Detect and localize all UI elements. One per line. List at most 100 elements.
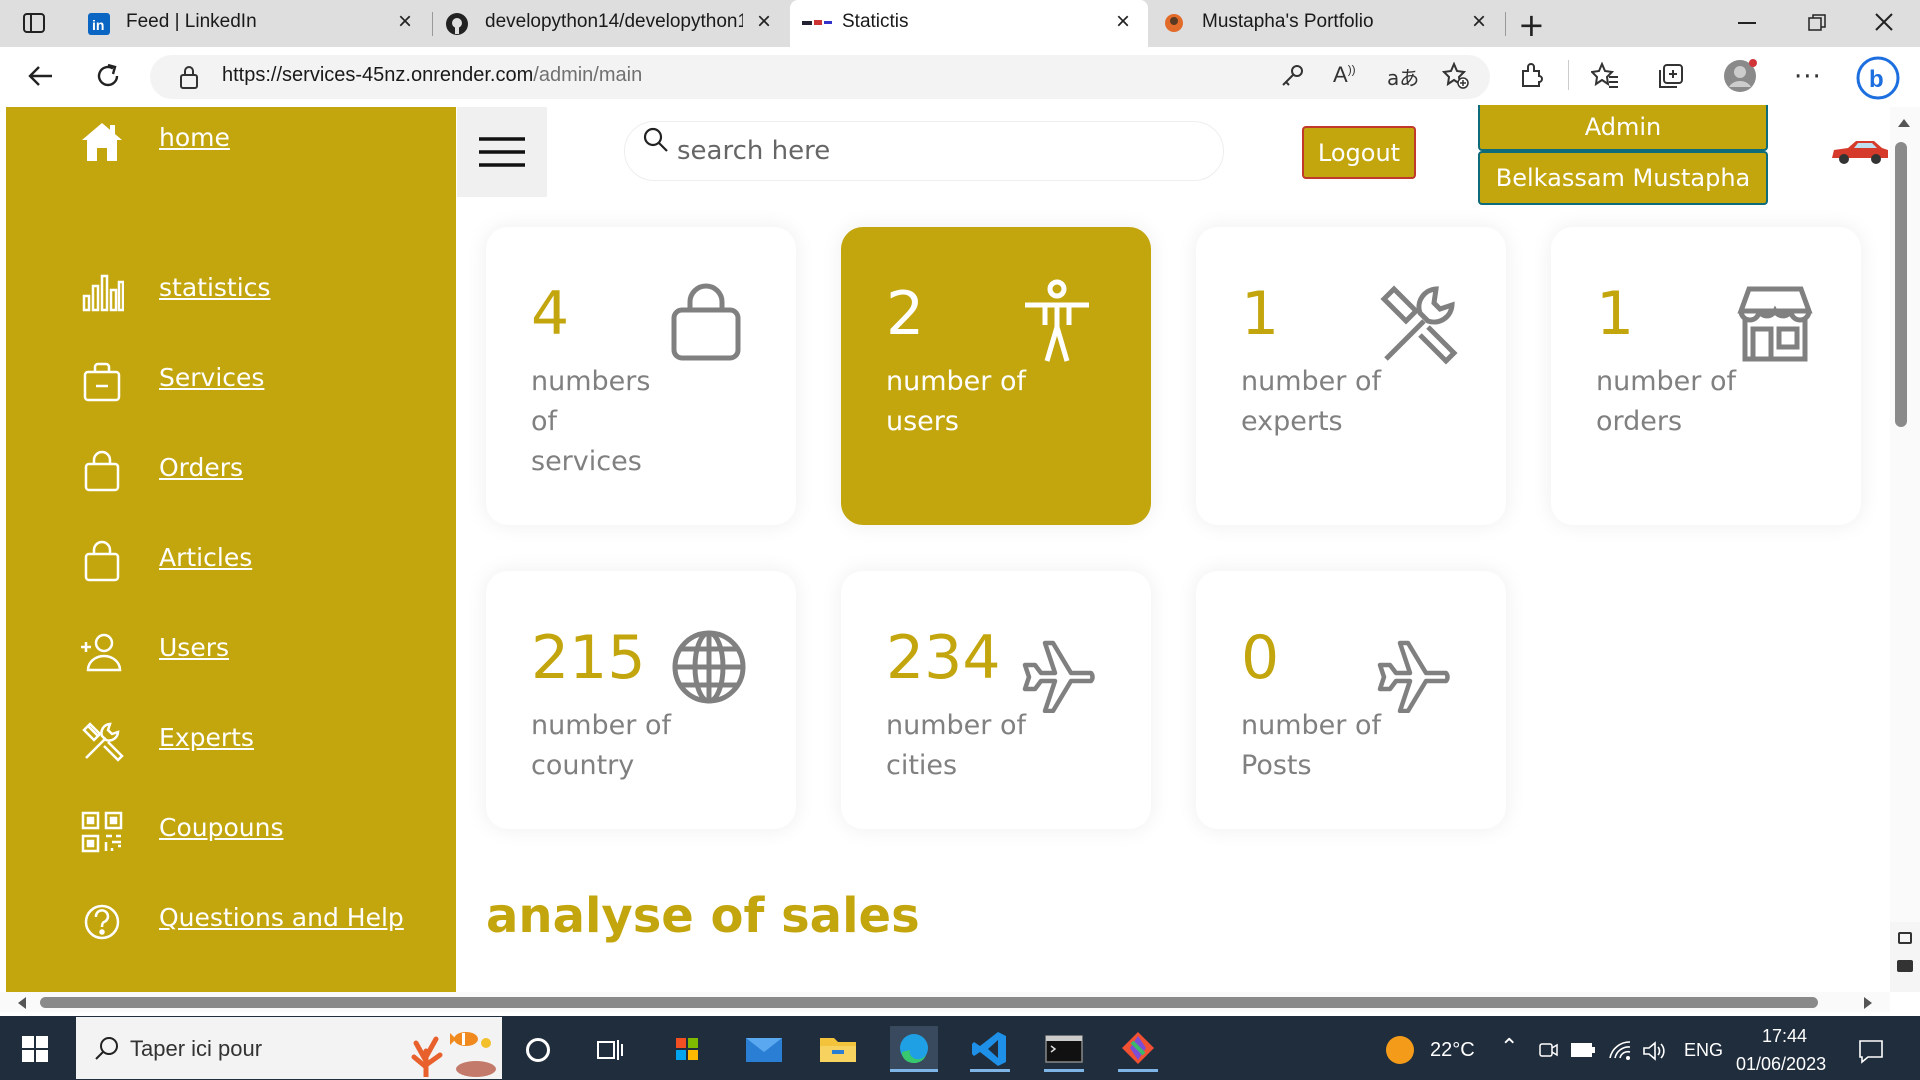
- file-explorer-icon[interactable]: [814, 1026, 862, 1072]
- minimize-icon[interactable]: [1738, 22, 1756, 24]
- stat-card-orders[interactable]: 1 number of orders: [1551, 227, 1861, 525]
- task-view-icon[interactable]: [596, 1036, 624, 1064]
- extensions-icon[interactable]: [1518, 62, 1546, 90]
- volume-icon[interactable]: [1642, 1040, 1666, 1062]
- clock-date[interactable]: 01/06/2023: [1736, 1054, 1826, 1075]
- briefcase-icon: [80, 360, 124, 404]
- scroll-right-icon[interactable]: [1864, 997, 1872, 1009]
- vscode-icon[interactable]: [966, 1026, 1014, 1072]
- tab-label: Statictis: [842, 11, 909, 32]
- stat-card-services[interactable]: 4 numbers of services: [486, 227, 796, 525]
- sidebar-item-users[interactable]: Users: [6, 622, 456, 678]
- horizontal-scrollbar[interactable]: [0, 992, 1890, 1012]
- weather-temperature[interactable]: 22°C: [1430, 1039, 1475, 1062]
- close-tab-icon[interactable]: ×: [1472, 10, 1486, 34]
- refresh-icon[interactable]: [94, 62, 122, 90]
- scroll-left-icon[interactable]: [18, 997, 26, 1009]
- screenshot-tools-panel[interactable]: [1890, 922, 1920, 992]
- svg-text:b: b: [1869, 66, 1884, 93]
- close-window-icon[interactable]: [1874, 12, 1894, 32]
- tab-statictis[interactable]: Statictis ×: [790, 0, 1148, 47]
- read-aloud-icon[interactable]: A)): [1333, 62, 1356, 88]
- tools-icon: [1376, 285, 1460, 369]
- edge-browser-icon[interactable]: [890, 1026, 938, 1072]
- close-tab-icon[interactable]: ×: [1116, 10, 1130, 34]
- sidebar: home statistics Services Orders Articles…: [6, 107, 456, 992]
- stat-card-experts[interactable]: 1 number of experts: [1196, 227, 1506, 525]
- terminal-icon[interactable]: [1040, 1026, 1088, 1072]
- favorites-icon[interactable]: [1591, 62, 1619, 90]
- meet-now-icon[interactable]: [1538, 1040, 1558, 1060]
- close-tab-icon[interactable]: ×: [757, 10, 771, 34]
- vertical-scrollbar[interactable]: [1890, 107, 1920, 992]
- vertical-scroll-thumb[interactable]: [1895, 142, 1907, 427]
- translate-icon[interactable]: aあ: [1387, 62, 1419, 91]
- sidebar-item-label: Orders: [159, 453, 244, 482]
- menu-toggle-button[interactable]: [457, 107, 547, 197]
- tab-label: developython14/developython14: [485, 11, 743, 32]
- back-icon[interactable]: [26, 62, 54, 90]
- stat-card-posts[interactable]: 0 number of Posts: [1196, 571, 1506, 829]
- close-tab-icon[interactable]: ×: [398, 10, 412, 34]
- notifications-icon[interactable]: [1858, 1038, 1884, 1064]
- stat-card-users[interactable]: 2 number of users: [841, 227, 1151, 525]
- collections-icon[interactable]: [1657, 62, 1685, 90]
- sidebar-item-services[interactable]: Services: [6, 352, 456, 408]
- cortana-icon[interactable]: [526, 1038, 550, 1062]
- bing-copilot-icon[interactable]: b: [1856, 56, 1900, 100]
- wifi-icon[interactable]: [1608, 1038, 1632, 1062]
- stat-card-cities[interactable]: 234 number of cities: [841, 571, 1151, 829]
- tray-expand-icon[interactable]: ⌃: [1500, 1034, 1518, 1060]
- sidebar-item-statistics[interactable]: statistics: [6, 262, 456, 318]
- tab-portfolio[interactable]: Mustapha's Portfolio ×: [1148, 0, 1504, 47]
- tab-linkedin[interactable]: in Feed | LinkedIn ×: [76, 0, 432, 47]
- sidebar-item-questions-help[interactable]: Questions and Help: [6, 892, 456, 948]
- search-input[interactable]: [677, 136, 1197, 166]
- stat-label: number of country: [531, 710, 671, 781]
- search-box[interactable]: [624, 121, 1224, 181]
- stat-value: 1: [1596, 279, 1635, 349]
- language-indicator[interactable]: ENG: [1684, 1040, 1723, 1061]
- sidebar-item-coupouns[interactable]: Coupouns: [6, 802, 456, 858]
- logout-button[interactable]: Logout: [1302, 126, 1416, 179]
- battery-icon[interactable]: [1570, 1042, 1596, 1058]
- new-tab-icon[interactable]: +: [1518, 6, 1545, 44]
- restore-icon[interactable]: [1808, 14, 1826, 32]
- weather-icon[interactable]: [1386, 1036, 1414, 1064]
- url-text[interactable]: https://services-45nz.onrender.com/admin…: [222, 64, 642, 87]
- key-icon[interactable]: [1280, 63, 1306, 89]
- tab-actions-icon[interactable]: [22, 12, 46, 34]
- windows-start-icon[interactable]: [22, 1036, 48, 1062]
- git-app-icon[interactable]: [1114, 1026, 1162, 1072]
- bag-icon: [666, 282, 750, 366]
- horizontal-scroll-thumb[interactable]: [40, 997, 1818, 1008]
- active-indicator: [1118, 1069, 1158, 1072]
- more-options-icon[interactable]: ···: [1794, 62, 1822, 92]
- lock-icon[interactable]: [178, 64, 200, 90]
- sidebar-item-orders[interactable]: Orders: [6, 442, 456, 498]
- stat-card-country[interactable]: 215 number of country: [486, 571, 796, 829]
- favorite-add-icon[interactable]: [1442, 62, 1470, 90]
- admin-role-badge[interactable]: Admin: [1478, 105, 1768, 151]
- sidebar-item-experts[interactable]: Experts: [6, 712, 456, 768]
- clock-time[interactable]: 17:44: [1762, 1026, 1807, 1047]
- stat-label: numbers of services: [531, 366, 651, 477]
- sidebar-item-articles[interactable]: Articles: [6, 532, 456, 588]
- sidebar-item-home[interactable]: home: [6, 112, 456, 168]
- taskbar-search-box[interactable]: Taper ici pour: [76, 1017, 502, 1079]
- mail-icon[interactable]: [740, 1026, 788, 1072]
- stat-value: 4: [531, 279, 570, 349]
- user-name-button[interactable]: Belkassam Mustapha: [1478, 151, 1768, 205]
- store-icon: [1733, 283, 1817, 367]
- svg-text:in: in: [92, 17, 104, 33]
- home-icon: [80, 120, 124, 164]
- sidebar-item-label: statistics: [159, 273, 271, 302]
- url-path: /admin/main: [533, 64, 643, 86]
- profile-avatar-icon[interactable]: [1722, 58, 1758, 94]
- camera-icon[interactable]: [1898, 932, 1912, 944]
- video-icon[interactable]: [1897, 960, 1913, 972]
- microsoft-store-icon[interactable]: [664, 1026, 712, 1072]
- tab-github[interactable]: developython14/developython14 ×: [433, 0, 789, 47]
- toolbar-divider: [1568, 60, 1569, 90]
- scroll-up-icon[interactable]: [1898, 119, 1910, 127]
